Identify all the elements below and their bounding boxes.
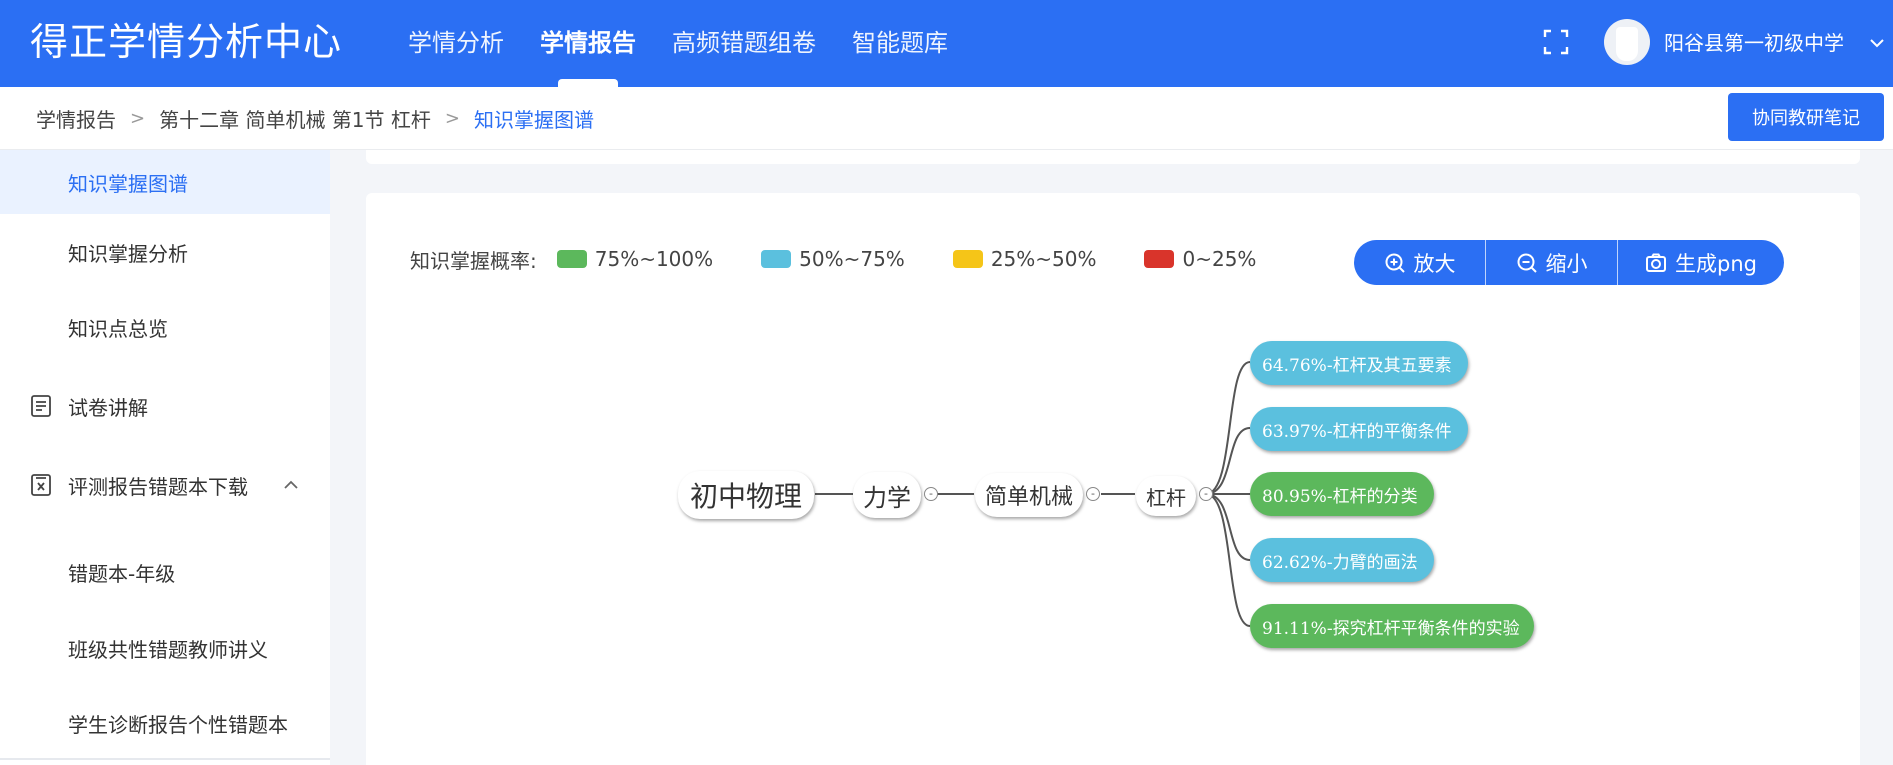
fullscreen-icon[interactable] xyxy=(1543,29,1569,55)
mindmap-root-node[interactable]: 初中物理 xyxy=(678,471,814,519)
nav-item-report[interactable]: 学情报告 xyxy=(540,0,636,87)
legend-item-high: 75%~100% xyxy=(556,247,714,271)
zoom-in-button[interactable]: 放大 xyxy=(1354,240,1486,285)
zoom-out-button[interactable]: 缩小 xyxy=(1486,240,1618,285)
sidebar-item-label: 评测报告错题本下载 xyxy=(68,474,248,499)
export-png-label: 生成png xyxy=(1675,251,1757,276)
legend-item-mid-low: 25%~50% xyxy=(952,247,1097,271)
sidebar-item-label: 试卷讲解 xyxy=(68,395,148,420)
mindmap-leaf-lever-balance[interactable]: 63.97%-杠杆的平衡条件 xyxy=(1250,407,1468,451)
sidebar: 知识掌握图谱 知识掌握分析 知识点总览 试卷讲解 评测报告错题本下载 错题本-年… xyxy=(0,150,330,765)
sidebar-item-paper-explain[interactable]: 试卷讲解 xyxy=(0,374,330,438)
sidebar-item-grade-wrongbook[interactable]: 错题本-年级 xyxy=(0,540,330,604)
sidebar-item-knowledge-analysis[interactable]: 知识掌握分析 xyxy=(0,220,330,284)
legend-label: 50%~75% xyxy=(799,247,905,271)
mastery-legend: 知识掌握概率: 75%~100% 50%~75% 25%~50% 0~25% xyxy=(410,244,1304,274)
chevron-up-icon[interactable] xyxy=(282,476,300,494)
breadcrumb-item-current: 知识掌握图谱 xyxy=(473,108,594,132)
zoom-out-label: 缩小 xyxy=(1545,251,1588,276)
sidebar-item-label: 错题本-年级 xyxy=(68,561,176,586)
mindmap-node-lever[interactable]: 杠杆 xyxy=(1136,476,1196,516)
mindmap-leaf-lever-elements[interactable]: 64.76%-杠杆及其五要素 xyxy=(1250,341,1468,385)
previous-panel-edge xyxy=(366,150,1860,164)
collapse-toggle[interactable]: - xyxy=(1086,487,1100,501)
avatar[interactable] xyxy=(1604,19,1650,65)
camera-icon xyxy=(1646,253,1666,272)
coop-notes-button[interactable]: 协同教研笔记 xyxy=(1728,93,1884,141)
legend-label: 75%~100% xyxy=(594,247,714,271)
sidebar-item-label: 班级共性错题教师讲义 xyxy=(68,637,268,662)
sidebar-divider xyxy=(0,758,330,760)
document-x-icon xyxy=(31,474,51,496)
zoom-in-icon xyxy=(1385,253,1405,273)
legend-item-low: 0~25% xyxy=(1144,247,1256,271)
breadcrumb-bar: 学情报告 > 第十二章 简单机械 第1节 杠杆 > 知识掌握图谱 xyxy=(0,87,1893,150)
chevron-down-icon[interactable] xyxy=(1868,34,1886,52)
breadcrumb-separator: > xyxy=(130,108,146,129)
zoom-out-icon xyxy=(1517,253,1537,273)
mindmap-leaf-lever-classification[interactable]: 80.95%-杠杆的分类 xyxy=(1250,472,1434,516)
sidebar-item-label: 知识掌握分析 xyxy=(68,241,188,266)
breadcrumb-separator: > xyxy=(444,108,460,129)
sidebar-item-knowledge-overview[interactable]: 知识点总览 xyxy=(0,295,330,359)
school-name[interactable]: 阳谷县第一初级中学 xyxy=(1664,28,1844,58)
nav-item-wrong-questions[interactable]: 高频错题组卷 xyxy=(672,0,816,87)
legend-swatch xyxy=(556,250,587,268)
collapse-toggle[interactable]: - xyxy=(924,487,938,501)
sidebar-item-wrongbook-download[interactable]: 评测报告错题本下载 xyxy=(0,453,330,517)
zoom-in-label: 放大 xyxy=(1413,251,1456,276)
sidebar-item-label: 知识掌握图谱 xyxy=(68,171,188,196)
sidebar-item-knowledge-map[interactable]: 知识掌握图谱 xyxy=(0,150,330,214)
sidebar-item-student-diagnosis[interactable]: 学生诊断报告个性错题本 xyxy=(0,691,330,755)
mindmap-node-mechanics[interactable]: 力学 xyxy=(853,472,921,518)
mindmap-node-simple-machines[interactable]: 简单机械 xyxy=(975,473,1083,517)
app-logo: 得正学情分析中心 xyxy=(30,20,343,64)
nav-item-analysis[interactable]: 学情分析 xyxy=(408,0,504,87)
sidebar-item-label: 学生诊断报告个性错题本 xyxy=(68,712,288,737)
legend-title: 知识掌握概率: xyxy=(410,248,537,273)
document-icon xyxy=(31,395,51,417)
legend-item-mid-high: 50%~75% xyxy=(761,247,905,271)
map-toolbar: 放大 缩小 生成png xyxy=(1354,240,1784,285)
top-header: 得正学情分析中心 学情分析 学情报告 高频错题组卷 智能题库 阳谷县第一初级中学 xyxy=(0,0,1893,87)
collapse-toggle[interactable]: - xyxy=(1199,487,1213,501)
mindmap-leaf-force-arm[interactable]: 62.62%-力臂的画法 xyxy=(1250,538,1434,582)
legend-label: 0~25% xyxy=(1182,247,1257,271)
sidebar-item-label: 知识点总览 xyxy=(68,316,168,341)
nav-item-question-bank[interactable]: 智能题库 xyxy=(852,0,948,87)
legend-swatch xyxy=(952,250,983,268)
breadcrumb-item-report[interactable]: 学情报告 xyxy=(36,104,116,133)
mindmap-leaf-balance-experiment[interactable]: 91.11%-探究杠杆平衡条件的实验 xyxy=(1250,604,1534,648)
legend-label: 25%~50% xyxy=(990,247,1097,271)
sidebar-item-class-common-errors[interactable]: 班级共性错题教师讲义 xyxy=(0,616,330,680)
legend-swatch xyxy=(1144,250,1175,268)
breadcrumb-item-chapter[interactable]: 第十二章 简单机械 第1节 杠杆 xyxy=(159,104,431,133)
main-nav: 学情分析 学情报告 高频错题组卷 智能题库 xyxy=(408,0,984,87)
breadcrumb: 学情报告 > 第十二章 简单机械 第1节 杠杆 > 知识掌握图谱 xyxy=(36,87,594,150)
legend-swatch xyxy=(761,250,792,268)
export-png-button[interactable]: 生成png xyxy=(1618,240,1784,285)
